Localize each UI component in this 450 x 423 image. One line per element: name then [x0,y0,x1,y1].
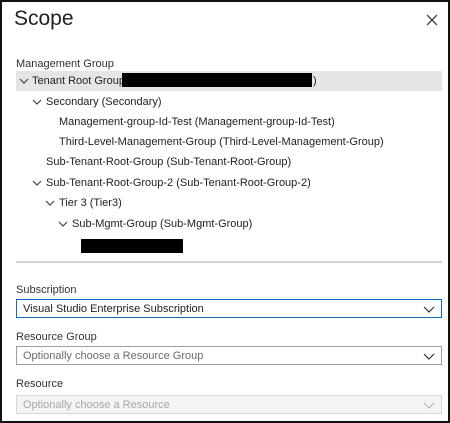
chevron-down-icon [423,306,435,313]
resource-group-placeholder: Optionally choose a Resource Group [23,350,204,362]
tree-item-label-suffix: ) [313,75,317,87]
tree-item-secondary[interactable]: Secondary (Secondary) [16,92,442,112]
tree-item-label: Sub-Tenant-Root-Group-2 (Sub-Tenant-Root… [46,177,311,189]
chevron-down-icon[interactable] [45,198,55,208]
tree-item-sub-tenant-root-group-2[interactable]: Sub-Tenant-Root-Group-2 (Sub-Tenant-Root… [16,173,442,193]
subscription-dropdown[interactable]: Visual Studio Enterprise Subscription [16,299,442,318]
chevron-down-icon [423,353,435,360]
chevron-down-icon[interactable] [19,76,29,86]
redacted-text [81,239,183,253]
resource-dropdown[interactable]: Optionally choose a Resource [16,395,442,414]
resource-group-dropdown[interactable]: Optionally choose a Resource Group [16,346,442,365]
resource-label: Resource [16,378,64,390]
tree-item-sub-mgmt-group[interactable]: Sub-Mgmt-Group (Sub-Mgmt-Group) [16,214,442,234]
tree-item-label: Tier 3 (Tier3) [59,197,122,209]
management-group-label: Management Group [16,58,114,70]
section-divider [16,261,442,263]
tree-item-redacted[interactable] [16,235,442,255]
panel-title: Scope [14,7,74,30]
chevron-down-icon[interactable] [32,97,42,107]
subscription-label: Subscription [16,284,77,296]
chevron-down-icon [423,402,435,409]
tree-item-label: Sub-Tenant-Root-Group (Sub-Tenant-Root-G… [46,156,292,168]
tree-item-tier-3[interactable]: Tier 3 (Tier3) [16,193,442,213]
subscription-value: Visual Studio Enterprise Subscription [23,303,204,315]
tree-item-third-level-management-group[interactable]: Third-Level-Management-Group (Third-Leve… [16,132,442,152]
close-icon[interactable] [423,11,441,29]
tree-item-label: Third-Level-Management-Group (Third-Leve… [59,136,384,148]
tree-item-label: Tenant Root Group [32,75,125,87]
tree-item-sub-tenant-root-group[interactable]: Sub-Tenant-Root-Group (Sub-Tenant-Root-G… [16,152,442,172]
tree-item-label: Management-group-Id-Test (Management-gro… [59,116,335,128]
tree-item-management-group-id-test[interactable]: Management-group-Id-Test (Management-gro… [16,112,442,132]
tree-item-label: Sub-Mgmt-Group (Sub-Mgmt-Group) [72,218,253,230]
scope-panel: Scope Management Group Tenant Root Group… [0,0,450,423]
resource-placeholder: Optionally choose a Resource [23,399,170,411]
redacted-text [122,73,312,87]
resource-group-label: Resource Group [16,331,97,343]
tree-item-tenant-root-group[interactable]: Tenant Root Group ) [16,71,442,91]
chevron-down-icon[interactable] [32,178,42,188]
chevron-down-icon[interactable] [58,219,68,229]
tree-item-label: Secondary (Secondary) [46,96,162,108]
